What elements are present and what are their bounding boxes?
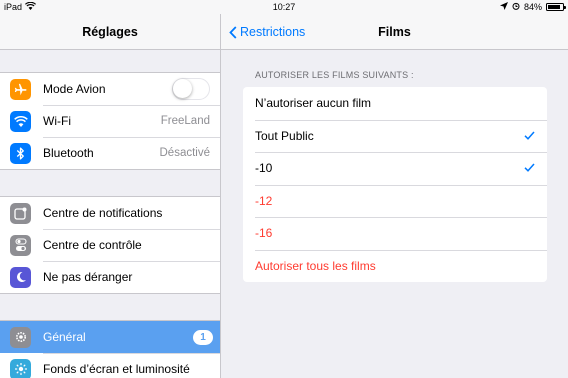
sidebar-item-bluetooth[interactable]: Bluetooth Désactivé	[0, 137, 220, 169]
settings-group-general: Général 1 Fonds d’écran et luminosité	[0, 320, 220, 378]
sidebar-item-label: Mode Avion	[43, 82, 106, 96]
alarm-icon	[512, 0, 520, 14]
option-label: -12	[255, 193, 273, 208]
battery-icon	[546, 3, 566, 11]
bluetooth-status-value: Désactivé	[159, 147, 211, 159]
option-allow-all-films[interactable]: Autoriser tous les films	[243, 249, 547, 283]
battery-percent: 84%	[523, 2, 542, 12]
films-detail-pane: Restrictions Films AUTORISER LES FILMS S…	[221, 14, 568, 378]
section-header: AUTORISER LES FILMS SUIVANTS :	[255, 70, 414, 80]
page-title: Films	[378, 25, 411, 39]
status-time: 10:27	[272, 2, 296, 12]
option-label: -10	[255, 161, 273, 176]
checkmark-icon	[524, 131, 535, 140]
sidebar-item-label: Centre de notifications	[43, 206, 163, 220]
option-label: Tout Public	[255, 128, 314, 143]
airplane-mode-toggle[interactable]	[172, 78, 210, 100]
sidebar-item-label: Général	[43, 330, 86, 344]
sidebar-item-general[interactable]: Général 1	[0, 321, 220, 353]
sidebar-item-label: Ne pas déranger	[43, 270, 133, 284]
detail-nav-bar: Restrictions Films	[221, 14, 568, 50]
sidebar-item-wifi[interactable]: Wi-Fi FreeLand	[0, 105, 220, 137]
option-label: Autoriser tous les films	[255, 258, 376, 273]
wifi-network-value: FreeLand	[160, 115, 210, 127]
moon-icon	[10, 266, 31, 288]
film-ratings-list: N’autoriser aucun film Tout Public -10 -…	[243, 87, 547, 282]
settings-group-connectivity: Mode Avion Wi-Fi FreeLand Bluetooth Désa…	[0, 72, 220, 170]
checkmark-icon	[524, 163, 535, 172]
bluetooth-icon	[10, 142, 31, 164]
gear-icon	[10, 326, 31, 348]
sidebar-title: Réglages	[0, 14, 220, 50]
sidebar-item-label: Fonds d’écran et luminosité	[43, 362, 190, 376]
sidebar-item-label: Centre de contrôle	[43, 238, 142, 252]
update-badge: 1	[193, 329, 213, 345]
option-tout-public[interactable]: Tout Public	[243, 119, 547, 153]
settings-sidebar: Réglages Mode Avion Wi-Fi FreeLand Bluet…	[0, 14, 221, 378]
wifi-icon	[10, 110, 31, 132]
sidebar-item-label: Wi-Fi	[43, 114, 71, 128]
location-arrow-icon	[499, 0, 508, 14]
notifications-icon	[10, 202, 31, 224]
sidebar-item-notification-center[interactable]: Centre de notifications	[0, 197, 220, 229]
wallpaper-icon	[10, 358, 31, 378]
option-minus-16[interactable]: -16	[243, 217, 547, 250]
settings-group-notifications: Centre de notifications Centre de contrô…	[0, 196, 220, 294]
sidebar-item-label: Bluetooth	[43, 146, 94, 160]
airplane-icon	[10, 78, 31, 100]
status-bar: iPad 10:27 84%	[0, 0, 568, 14]
sidebar-item-do-not-disturb[interactable]: Ne pas déranger	[0, 261, 220, 293]
option-label: N’autoriser aucun film	[255, 96, 372, 111]
sidebar-item-control-center[interactable]: Centre de contrôle	[0, 229, 220, 261]
option-minus-10[interactable]: -10	[243, 152, 547, 185]
option-no-films[interactable]: N’autoriser aucun film	[243, 87, 547, 120]
sidebar-item-wallpaper-brightness[interactable]: Fonds d’écran et luminosité	[0, 353, 220, 378]
control-center-icon	[10, 234, 31, 256]
option-label: -16	[255, 226, 273, 241]
option-minus-12[interactable]: -12	[243, 184, 547, 218]
sidebar-item-airplane-mode[interactable]: Mode Avion	[0, 73, 220, 105]
